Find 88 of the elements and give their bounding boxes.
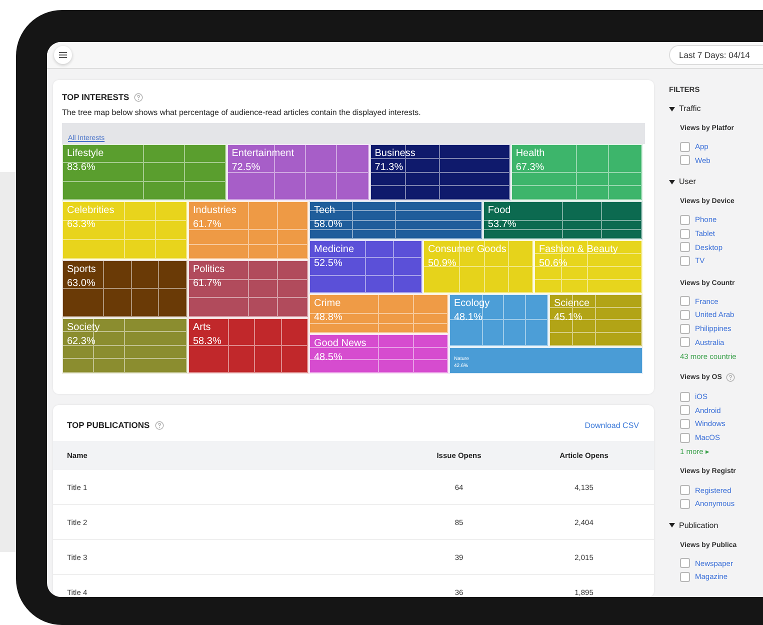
checkbox[interactable] xyxy=(680,242,690,252)
tile-percentage: 58.3% xyxy=(193,336,222,347)
checkbox[interactable] xyxy=(680,337,690,348)
menu-icon xyxy=(59,52,67,58)
treemap-tile[interactable]: Lifestyle 83.6% xyxy=(62,144,227,201)
tile-label: Business xyxy=(374,148,416,159)
tile-label: Lifestyle xyxy=(67,148,104,159)
tile-percentage: 48.1% xyxy=(454,312,482,323)
checkbox[interactable] xyxy=(680,418,690,429)
checkbox[interactable] xyxy=(680,485,690,496)
help-icon[interactable] xyxy=(154,420,164,430)
tile-percentage: 62.3% xyxy=(67,336,96,347)
treemap-tile[interactable]: Entertainment 72.5% xyxy=(226,144,370,201)
date-range-picker[interactable]: Last 7 Days: 04/14 xyxy=(669,45,763,65)
tile-percentage: 61.7% xyxy=(193,219,222,230)
caret-down-icon[interactable] xyxy=(669,106,675,112)
section-title: TOP INTERESTS xyxy=(62,92,130,102)
caret-down-icon[interactable] xyxy=(669,522,675,528)
checkbox[interactable] xyxy=(680,228,690,239)
treemap-tile[interactable]: Politics 61.7% xyxy=(188,260,309,318)
checkbox[interactable] xyxy=(680,296,690,306)
tile-label: Politics xyxy=(193,264,225,275)
treemap-tile[interactable]: Health 67.3% xyxy=(510,144,644,201)
tile-label: Crime xyxy=(314,298,341,309)
tile-label: Good News xyxy=(314,338,366,349)
tile-label: Society xyxy=(67,322,100,333)
checkbox[interactable] xyxy=(680,498,690,509)
tile-label: Celebrities xyxy=(67,205,114,216)
treemap-tile[interactable]: Medicine 52.5% xyxy=(309,240,423,294)
tile-label: Ecology xyxy=(454,298,490,309)
treemap-tile[interactable]: Society 62.3% xyxy=(62,318,188,374)
tile-percentage: 63.0% xyxy=(67,278,96,289)
tile-label: Sports xyxy=(67,264,96,275)
checkbox[interactable] xyxy=(680,432,690,443)
treemap-tile[interactable]: Tech 58.0% xyxy=(309,201,483,240)
checkbox[interactable] xyxy=(680,142,690,152)
checkbox[interactable] xyxy=(680,405,690,416)
filter-section-label[interactable]: Traffic xyxy=(679,104,701,113)
tile-label: Medicine xyxy=(314,244,354,255)
treemap-tile[interactable]: Ecology 48.1% xyxy=(449,294,549,347)
tile-percentage: 45.1% xyxy=(554,312,582,323)
treemap-tile[interactable]: Crime 48.8% xyxy=(309,294,449,334)
filter-section-label[interactable]: User xyxy=(679,177,696,186)
tile-percentage: 52.5% xyxy=(314,258,342,269)
checkbox[interactable] xyxy=(680,558,690,568)
treemap-tile[interactable]: Business 71.3% xyxy=(370,144,511,201)
tile-label: Health xyxy=(516,148,545,159)
checkbox[interactable] xyxy=(680,214,690,225)
tile-label: Tech xyxy=(314,205,336,216)
help-icon[interactable] xyxy=(726,372,735,382)
tile-percentage: 83.6% xyxy=(67,162,96,173)
tile-percentage: 72.5% xyxy=(232,162,260,173)
tile-label: Entertainment xyxy=(232,148,294,159)
description-text: The tree map below shows what percentage of audience-read articles contain the displayed interests. xyxy=(62,108,422,117)
tile-label: Consumer Goods xyxy=(428,244,506,255)
tile-percentage: 58.0% xyxy=(314,219,342,230)
treemap-tile[interactable]: Science 45.1% xyxy=(548,294,643,347)
caret-down-icon[interactable] xyxy=(669,178,675,185)
section-title: TOP PUBLICATIONS xyxy=(67,420,150,430)
checkbox[interactable] xyxy=(680,256,690,266)
tile-percentage: 53.7% xyxy=(488,219,516,230)
menu-button[interactable] xyxy=(54,46,72,64)
treemap-tile[interactable]: Industries 61.7% xyxy=(188,201,309,260)
checkbox[interactable] xyxy=(680,324,690,334)
tile-percentage: 50.6% xyxy=(538,258,568,269)
tile-percentage: 61.7% xyxy=(193,278,222,289)
treemap-tile[interactable]: Food 53.7% xyxy=(482,201,643,240)
tile-percentage: 67.3% xyxy=(516,162,544,173)
tile-percentage: 48.8% xyxy=(314,312,342,323)
tile-label: Fashion & Beauty xyxy=(538,244,618,255)
tile-percentage: 71.3% xyxy=(374,162,404,173)
tile-label: Food xyxy=(488,205,511,216)
tile-percentage: 50.9% xyxy=(428,258,456,269)
tile-label: Arts xyxy=(193,322,211,333)
download-csv-link[interactable]: Download CSV xyxy=(584,420,639,430)
treemap-tile[interactable]: Good News 48.5% xyxy=(309,334,449,374)
tile-label: Industries xyxy=(193,205,236,216)
checkbox[interactable] xyxy=(680,392,690,402)
checkbox[interactable] xyxy=(680,155,690,166)
help-icon[interactable] xyxy=(134,92,144,102)
checkbox[interactable] xyxy=(680,572,690,582)
filter-section-label[interactable]: Publication xyxy=(679,520,718,530)
treemap-tile[interactable]: Arts 58.3% xyxy=(188,318,309,374)
checkbox[interactable] xyxy=(680,310,690,320)
treemap-tile[interactable]: Sports 63.0% xyxy=(62,260,188,318)
tile-label: Science xyxy=(554,298,590,309)
tile-percentage: 48.5% xyxy=(314,352,342,363)
tile-percentage: 63.3% xyxy=(67,219,96,230)
